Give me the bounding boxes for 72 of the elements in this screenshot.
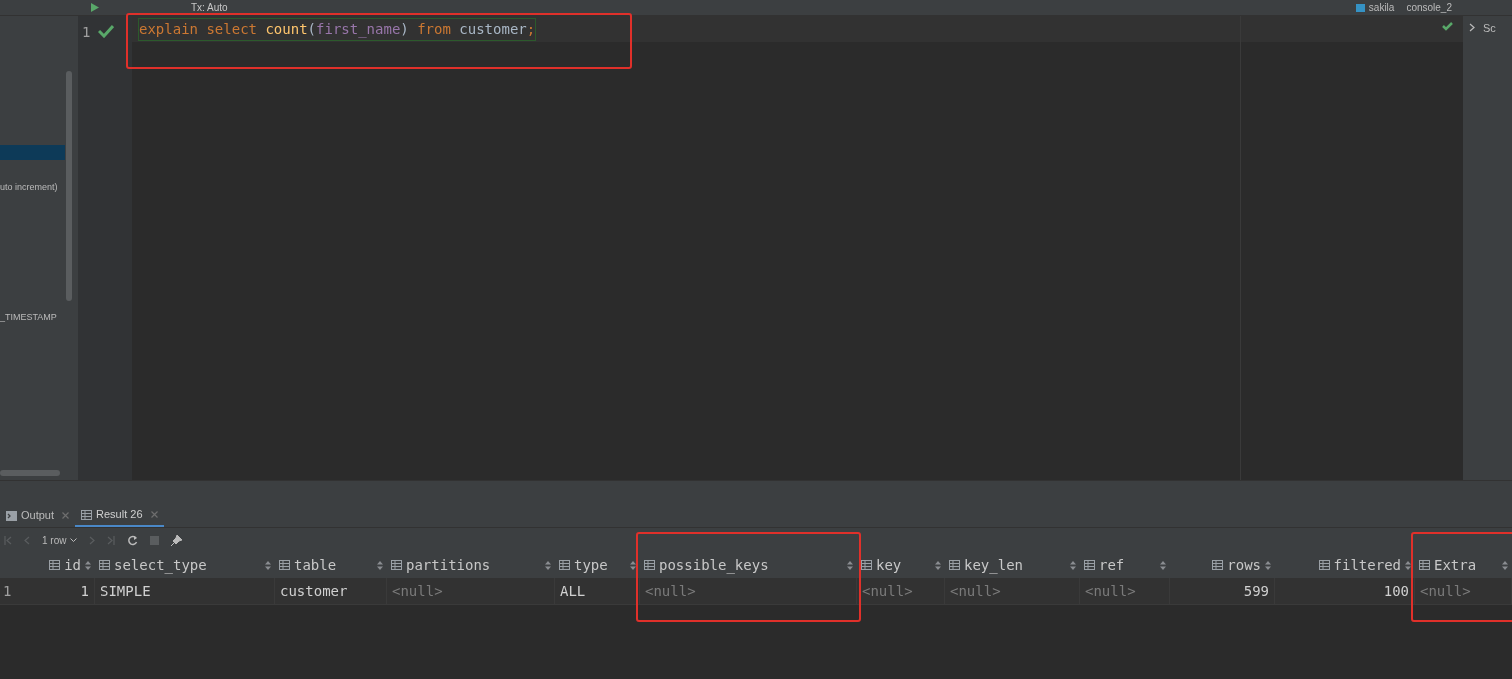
table-cell-text: SIMPLE bbox=[100, 581, 151, 601]
column-header[interactable]: key bbox=[876, 554, 902, 576]
console-selector[interactable]: console_2 bbox=[1406, 2, 1452, 13]
caret-icon bbox=[70, 538, 78, 542]
column-header[interactable]: id bbox=[64, 554, 81, 576]
column-icon bbox=[279, 560, 290, 570]
scrollbar[interactable] bbox=[0, 470, 60, 476]
sort-icon[interactable] bbox=[1070, 560, 1076, 570]
sort-icon[interactable] bbox=[935, 560, 941, 570]
column-icon bbox=[1318, 560, 1330, 570]
sort-icon[interactable] bbox=[630, 560, 636, 570]
terminal-icon bbox=[6, 510, 17, 521]
editor-area[interactable]: 1 explain select count(first_name) from customer; bbox=[78, 16, 1463, 480]
column-icon bbox=[49, 560, 61, 570]
right-panel-tab[interactable]: Sc bbox=[1483, 20, 1496, 37]
close-icon[interactable] bbox=[62, 512, 70, 519]
column-header[interactable]: partitions bbox=[406, 554, 491, 576]
result-tab[interactable]: Output bbox=[0, 504, 76, 527]
row-count-dropdown[interactable]: 1 row bbox=[42, 532, 78, 548]
sort-icon[interactable] bbox=[1405, 560, 1411, 570]
column-icon bbox=[644, 560, 655, 570]
table-cell-text: 599 bbox=[1243, 581, 1269, 601]
column-header[interactable]: rows bbox=[1227, 554, 1261, 576]
column-header[interactable]: type bbox=[574, 554, 608, 576]
table-cell-text: <null> bbox=[1085, 581, 1136, 601]
column-icon bbox=[559, 560, 570, 570]
column-header[interactable]: possible_keys bbox=[659, 554, 769, 576]
column-header[interactable]: key_len bbox=[964, 554, 1023, 576]
column-icon bbox=[99, 560, 110, 570]
column-icon bbox=[1419, 560, 1430, 570]
sidebar-item[interactable]: uto increment) bbox=[0, 180, 65, 195]
sort-icon[interactable] bbox=[1265, 560, 1271, 570]
pin-icon[interactable] bbox=[171, 534, 183, 546]
sort-icon[interactable] bbox=[85, 560, 91, 570]
sort-icon[interactable] bbox=[847, 560, 853, 570]
column-header[interactable]: filtered bbox=[1333, 554, 1401, 576]
table-cell-text: ALL bbox=[560, 581, 586, 601]
table-cell-text: <null> bbox=[862, 581, 913, 601]
table-cell-text: 100 bbox=[1383, 581, 1409, 601]
column-header[interactable]: select_type bbox=[114, 554, 207, 576]
table-cell-text: customer bbox=[280, 581, 348, 601]
chevron-icon[interactable] bbox=[1469, 23, 1475, 32]
close-icon[interactable] bbox=[150, 511, 158, 518]
table-cell-text: 1 bbox=[80, 581, 89, 601]
sort-icon[interactable] bbox=[1502, 560, 1508, 570]
column-header[interactable]: ref bbox=[1099, 554, 1125, 576]
table-icon bbox=[81, 509, 93, 520]
scrollbar[interactable] bbox=[66, 71, 72, 301]
line-number: 1 bbox=[82, 23, 91, 42]
checkmark-icon bbox=[1442, 22, 1453, 31]
column-header[interactable]: Extra bbox=[1434, 554, 1477, 576]
column-icon bbox=[1084, 560, 1095, 570]
sort-icon[interactable] bbox=[1160, 560, 1166, 570]
table-cell-text: <null> bbox=[392, 581, 443, 601]
row-number: 1 bbox=[2, 581, 13, 601]
sidebar-item[interactable]: _TIMESTAMP bbox=[0, 310, 65, 325]
column-header[interactable]: table bbox=[294, 554, 337, 576]
sort-icon[interactable] bbox=[265, 560, 271, 570]
refresh-icon[interactable] bbox=[127, 534, 139, 546]
sort-icon[interactable] bbox=[545, 560, 551, 570]
schema-selector[interactable]: sakila bbox=[1355, 2, 1395, 13]
table-cell-text: <null> bbox=[645, 581, 696, 601]
play-icon[interactable] bbox=[90, 3, 99, 12]
sort-icon[interactable] bbox=[377, 560, 383, 570]
column-icon bbox=[861, 560, 872, 570]
column-icon bbox=[1212, 560, 1224, 570]
column-icon bbox=[391, 560, 402, 570]
table-cell-text: <null> bbox=[950, 581, 1001, 601]
checkmark-icon bbox=[98, 24, 115, 38]
column-icon bbox=[949, 560, 960, 570]
transaction-mode-dropdown[interactable]: Tx: Auto bbox=[191, 2, 228, 13]
table-cell-text: <null> bbox=[1420, 581, 1471, 601]
